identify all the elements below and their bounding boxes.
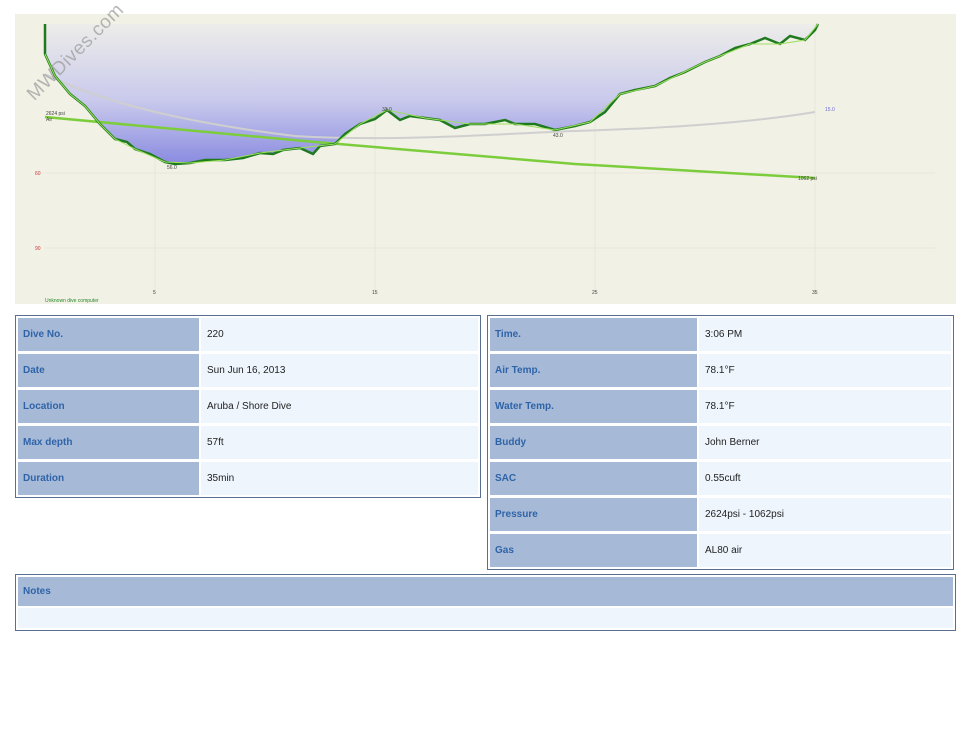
table-row: SAC 0.55cuft [490, 462, 951, 495]
date-value: Sun Jun 16, 2013 [201, 354, 478, 387]
table-row: Max depth 57ft [18, 426, 478, 459]
pressure-label: Pressure [490, 498, 697, 531]
table-row: Location Aruba / Shore Dive [18, 390, 478, 423]
notes-body [18, 608, 953, 628]
sac-label: SAC [490, 462, 697, 495]
depth-label-33: 33.0 [382, 107, 392, 113]
max-depth-value: 57ft [201, 426, 478, 459]
time-label: Time. [490, 318, 697, 351]
time-tick-5: 5 [153, 290, 156, 296]
time-tick-35: 35 [812, 290, 818, 296]
table-row: Dive No. 220 [18, 318, 478, 351]
buddy-label: Buddy [490, 426, 697, 459]
duration-value: 35min [201, 462, 478, 495]
table-row: Time. 3:06 PM [490, 318, 951, 351]
table-row: Air Temp. 78.1°F [490, 354, 951, 387]
time-tick-25: 25 [592, 290, 598, 296]
dive-profile-chart: 2624 psi Air 1062 psi 15.0 56.0 43.0 33.… [15, 0, 956, 304]
time-value: 3:06 PM [699, 318, 951, 351]
table-row: Date Sun Jun 16, 2013 [18, 354, 478, 387]
max-depth-label: Max depth [18, 426, 199, 459]
table-row: Buddy John Berner [490, 426, 951, 459]
dive-number-label: Dive No. [18, 318, 199, 351]
gas-label: Air [46, 117, 52, 123]
max-depth-label: 56.0 [167, 165, 177, 171]
notes-panel: Notes [15, 574, 956, 631]
water-temp-label: Water Temp. [490, 390, 697, 423]
dive-info-table: Dive No. 220 Date Sun Jun 16, 2013 Locat… [15, 315, 481, 498]
time-tick-15: 15 [372, 290, 378, 296]
computer-label: Unknown dive computer [45, 298, 99, 304]
location-value: Aruba / Shore Dive [201, 390, 478, 423]
duration-label: Duration [18, 462, 199, 495]
notes-title: Notes [18, 577, 953, 606]
depth-label-43: 43.0 [553, 133, 563, 139]
table-row: Duration 35min [18, 462, 478, 495]
pressure-value: 2624psi - 1062psi [699, 498, 951, 531]
depth-tick-90: 90 [35, 246, 41, 252]
air-temp-value: 78.1°F [699, 354, 951, 387]
dive-conditions-table: Time. 3:06 PM Air Temp. 78.1°F Water Tem… [487, 315, 954, 570]
table-row: Pressure 2624psi - 1062psi [490, 498, 951, 531]
table-row: Gas AL80 air [490, 534, 951, 567]
buddy-value: John Berner [699, 426, 951, 459]
date-label: Date [18, 354, 199, 387]
table-row: Water Temp. 78.1°F [490, 390, 951, 423]
air-temp-label: Air Temp. [490, 354, 697, 387]
location-label: Location [18, 390, 199, 423]
dive-number-value: 220 [201, 318, 478, 351]
water-temp-value: 78.1°F [699, 390, 951, 423]
depth-tick-60: 60 [35, 171, 41, 177]
gas-label: Gas [490, 534, 697, 567]
ceiling-label: 15.0 [825, 107, 835, 113]
sac-value: 0.55cuft [699, 462, 951, 495]
end-pressure-label: 1062 psi [798, 176, 817, 182]
gas-value: AL80 air [699, 534, 951, 567]
profile-svg: 2624 psi Air 1062 psi 15.0 56.0 43.0 33.… [15, 14, 956, 304]
